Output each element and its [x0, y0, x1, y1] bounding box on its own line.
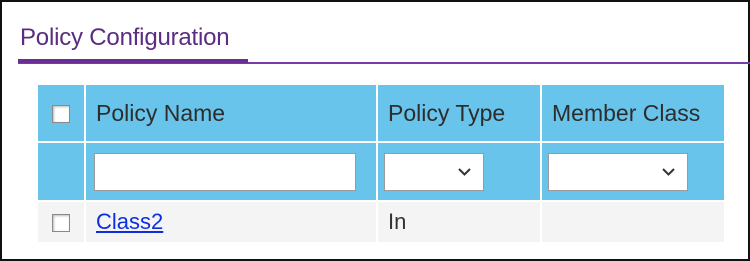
policy-configuration-panel: Policy Configuration Policy Name Policy …: [0, 0, 750, 261]
table-filter-row: [38, 141, 724, 200]
table-header-row: Policy Name Policy Type Member Class: [38, 85, 724, 141]
policy-type-cell: In: [378, 200, 540, 242]
filter-policy-type-cell: [378, 141, 540, 200]
header-checkbox-cell: [38, 85, 84, 141]
chevron-down-icon: [458, 167, 471, 176]
title-underline: [18, 59, 248, 63]
row-checkbox[interactable]: [52, 214, 70, 233]
header-policy-type[interactable]: Policy Type: [378, 85, 540, 141]
policy-name-filter-input[interactable]: [94, 152, 356, 191]
filter-policy-name-cell: [86, 141, 376, 200]
chevron-down-icon: [662, 167, 675, 176]
header-policy-name[interactable]: Policy Name: [86, 85, 376, 141]
filter-member-class-cell: [542, 141, 724, 200]
policy-name-cell: Class2: [86, 200, 376, 242]
policy-name-link[interactable]: Class2: [96, 209, 163, 234]
select-all-checkbox[interactable]: [52, 105, 70, 124]
filter-empty-cell: [38, 141, 84, 200]
policy-table: Policy Name Policy Type Member Class Cla…: [36, 85, 726, 242]
policy-type-value: In: [388, 209, 407, 234]
member-class-cell: [542, 200, 724, 242]
row-checkbox-cell: [38, 200, 84, 242]
page-title: Policy Configuration: [20, 24, 230, 51]
member-class-filter-select[interactable]: [548, 152, 688, 191]
header-member-class[interactable]: Member Class: [542, 85, 724, 141]
table-row: Class2 In: [38, 200, 724, 242]
policy-type-filter-select[interactable]: [384, 152, 484, 191]
